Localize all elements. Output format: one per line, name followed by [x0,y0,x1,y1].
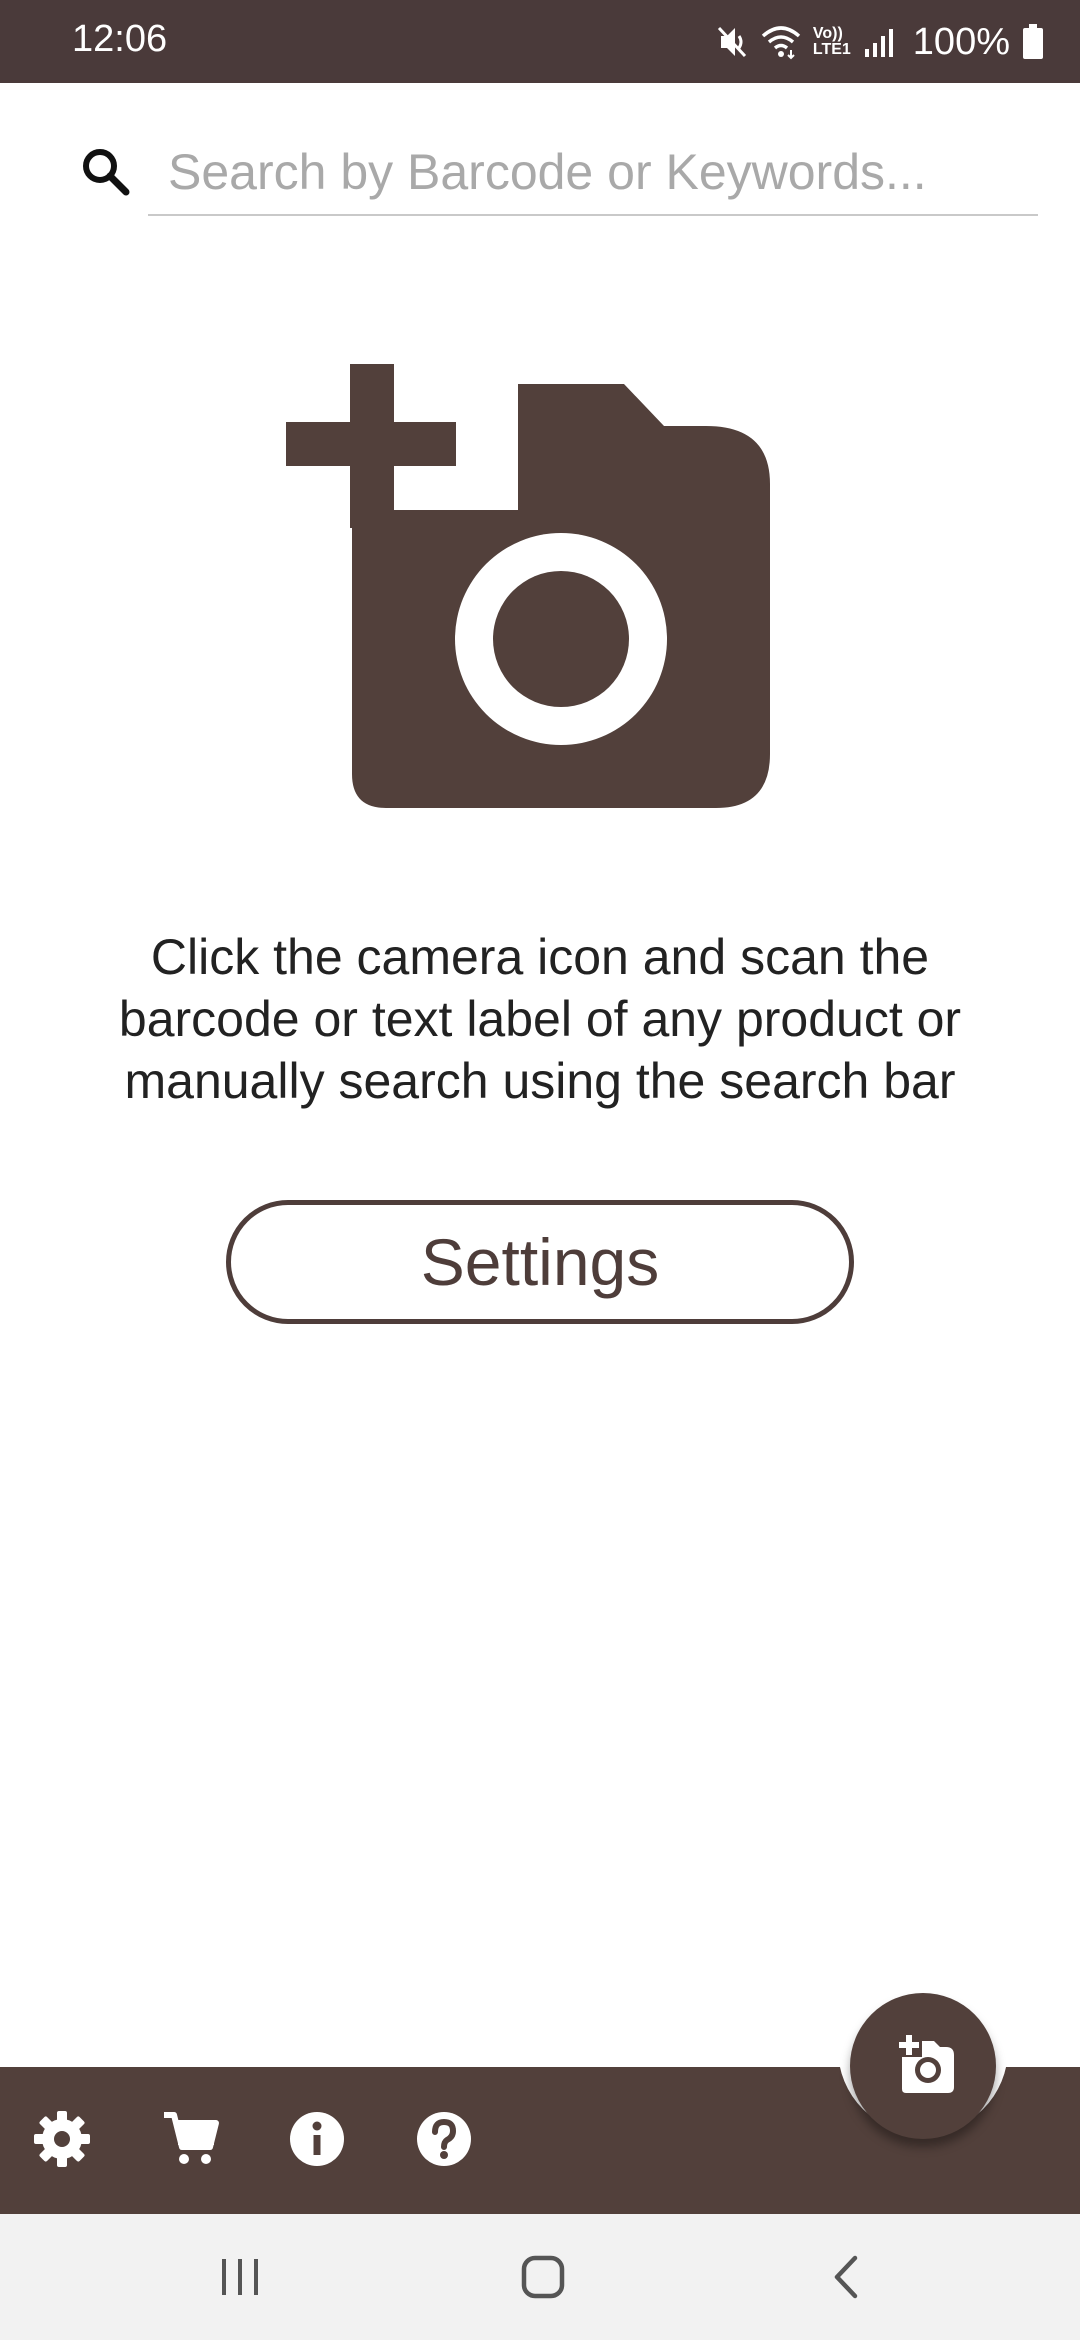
battery-percent: 100% [912,20,1010,63]
wifi-icon [761,22,801,62]
status-time: 12:06 [72,18,168,60]
search-bar [0,120,1080,230]
info-icon[interactable] [277,2099,357,2179]
volte-icon: Vo)) LTE1 [812,25,851,58]
status-icons: Vo)) LTE1 100% [715,14,1044,70]
add-camera-icon [888,2032,958,2100]
back-icon[interactable] [806,2244,886,2310]
recents-icon[interactable] [200,2244,280,2310]
status-bar: 12:06 Vo)) LTE1 100% [0,0,1080,83]
add-camera-icon [286,358,776,814]
gear-icon[interactable] [22,2099,102,2179]
instructions-text: Click the camera icon and scan the barco… [118,929,962,1109]
signal-icon [863,25,897,59]
search-input[interactable] [148,130,1038,216]
settings-button[interactable]: Settings [226,1200,854,1324]
system-navigation-bar [0,2214,1080,2340]
mute-icon [715,22,749,62]
cart-icon[interactable] [150,2099,230,2179]
help-icon[interactable] [404,2099,484,2179]
home-icon[interactable] [503,2244,583,2310]
search-icon[interactable] [76,142,136,202]
battery-icon [1022,24,1044,60]
scan-camera-button[interactable] [850,1993,996,2139]
